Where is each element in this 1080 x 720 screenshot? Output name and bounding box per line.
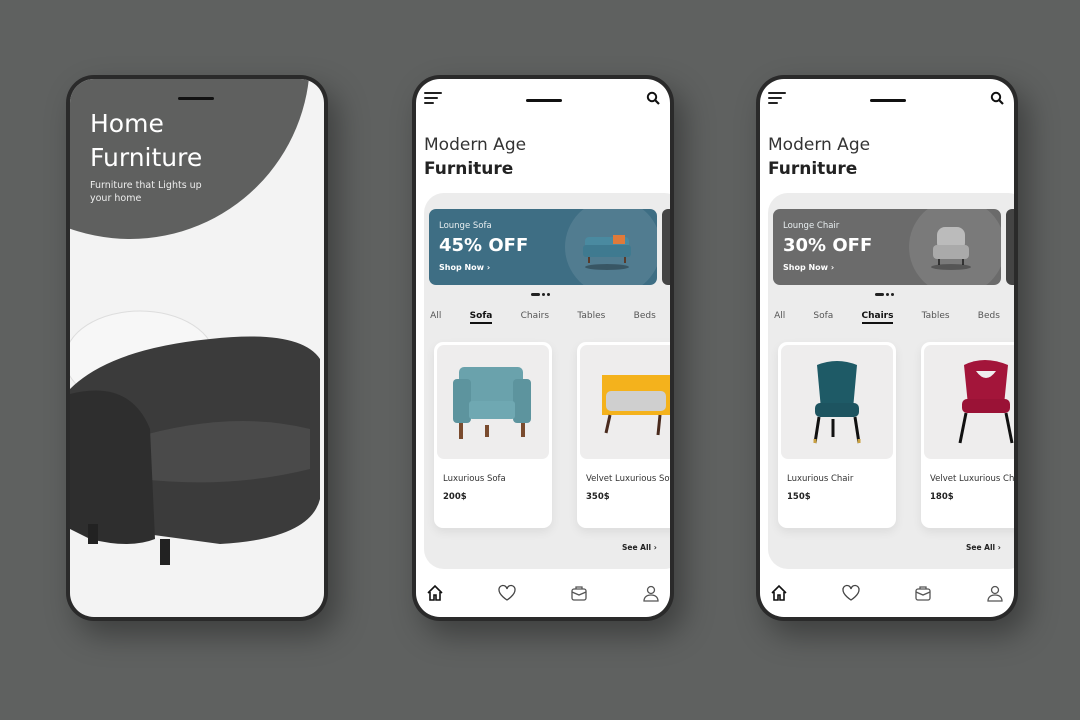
shop-now-link[interactable]: Shop Now › — [783, 263, 834, 272]
search-icon[interactable] — [646, 91, 660, 105]
product-card[interactable]: Luxurious Chair 150$ — [778, 342, 896, 528]
see-all-link[interactable]: See All › — [622, 543, 657, 552]
banner-product-image — [931, 227, 971, 270]
category-tabs: All Sofa Chairs Tables Beds — [760, 311, 1014, 324]
heart-icon[interactable] — [498, 584, 516, 602]
carousel-dots[interactable] — [531, 293, 550, 296]
shop-phone: Modern Age Furniture Lounge Sofa 45% OFF… — [412, 75, 674, 621]
product-image — [924, 345, 1014, 459]
carousel-dots[interactable] — [875, 293, 894, 296]
home-icon[interactable] — [770, 584, 788, 602]
splash-title: Home Furniture — [90, 107, 202, 175]
tab-sofa[interactable]: Sofa — [813, 311, 833, 324]
product-price: 180$ — [930, 492, 954, 502]
tab-chairs[interactable]: Chairs — [861, 311, 894, 324]
heart-icon[interactable] — [842, 584, 860, 602]
product-card[interactable]: Luxurious Sofa 200$ — [434, 342, 552, 528]
banner-label: Lounge Chair — [783, 221, 840, 231]
tab-tables[interactable]: Tables — [577, 311, 605, 324]
shop-screen: Modern Age Furniture Lounge Chair 30% OF… — [760, 79, 1014, 617]
product-name: Velvet Luxurious Sofa — [586, 474, 670, 484]
heading-bold: Furniture — [424, 159, 514, 179]
menu-icon[interactable] — [768, 92, 786, 107]
notch — [870, 99, 906, 102]
notch — [178, 97, 214, 100]
chair-image — [813, 361, 861, 444]
heading-light: Modern Age — [424, 135, 527, 155]
product-price: 200$ — [443, 492, 467, 502]
bag-icon[interactable] — [914, 584, 932, 602]
user-icon[interactable] — [642, 584, 660, 602]
product-name: Luxurious Chair — [787, 474, 854, 484]
chair-image — [958, 360, 1014, 444]
bottom-nav — [416, 584, 670, 602]
title-line1: Home — [90, 109, 164, 138]
bottom-nav — [760, 584, 1014, 602]
product-name: Luxurious Sofa — [443, 474, 506, 484]
product-name: Velvet Luxurious Chair — [930, 474, 1014, 484]
title-line2: Furniture — [90, 143, 203, 172]
next-banner-peek[interactable] — [662, 209, 670, 285]
product-price: 150$ — [787, 492, 811, 502]
heading-bold: Furniture — [768, 159, 858, 179]
product-card[interactable]: Velvet Luxurious Sofa 350$ — [577, 342, 670, 528]
sofa-image — [602, 375, 670, 436]
banner-discount: 30% OFF — [783, 235, 873, 256]
tab-sofa[interactable]: Sofa — [469, 311, 493, 324]
product-image — [437, 345, 549, 459]
banner-label: Lounge Sofa — [439, 221, 492, 231]
heading-light: Modern Age — [768, 135, 871, 155]
splash-screen: Home Furniture Furniture that Lights up y… — [70, 79, 324, 617]
see-all-link[interactable]: See All › — [966, 543, 1001, 552]
product-price: 350$ — [586, 492, 610, 502]
search-icon[interactable] — [990, 91, 1004, 105]
next-banner-peek[interactable] — [1006, 209, 1014, 285]
banner-product-image — [583, 235, 631, 270]
tab-beds[interactable]: Beds — [978, 311, 1000, 324]
product-image — [781, 345, 893, 459]
tab-tables[interactable]: Tables — [922, 311, 950, 324]
splash-phone: Home Furniture Furniture that Lights up y… — [66, 75, 328, 621]
tab-all[interactable]: All — [430, 311, 441, 324]
bag-icon[interactable] — [570, 584, 588, 602]
shop-phone: Modern Age Furniture Lounge Chair 30% OF… — [756, 75, 1018, 621]
tab-beds[interactable]: Beds — [634, 311, 656, 324]
home-icon[interactable] — [426, 584, 444, 602]
armchair-image — [453, 367, 531, 439]
shop-now-link[interactable]: Shop Now › — [439, 263, 490, 272]
tab-all[interactable]: All — [774, 311, 785, 324]
notch — [526, 99, 562, 102]
banner-discount: 45% OFF — [439, 235, 529, 256]
armchair-image — [70, 310, 320, 565]
shop-screen: Modern Age Furniture Lounge Sofa 45% OFF… — [416, 79, 670, 617]
tab-chairs[interactable]: Chairs — [521, 311, 549, 324]
splash-subtitle: Furniture that Lights up your home — [90, 180, 202, 204]
category-tabs: All Sofa Chairs Tables Beds — [416, 311, 670, 324]
user-icon[interactable] — [986, 584, 1004, 602]
promo-banner[interactable]: Lounge Sofa 45% OFF Shop Now › — [429, 209, 657, 285]
menu-icon[interactable] — [424, 92, 442, 107]
promo-banner[interactable]: Lounge Chair 30% OFF Shop Now › — [773, 209, 1001, 285]
product-image — [580, 345, 670, 459]
product-card[interactable]: Velvet Luxurious Chair 180$ — [921, 342, 1014, 528]
